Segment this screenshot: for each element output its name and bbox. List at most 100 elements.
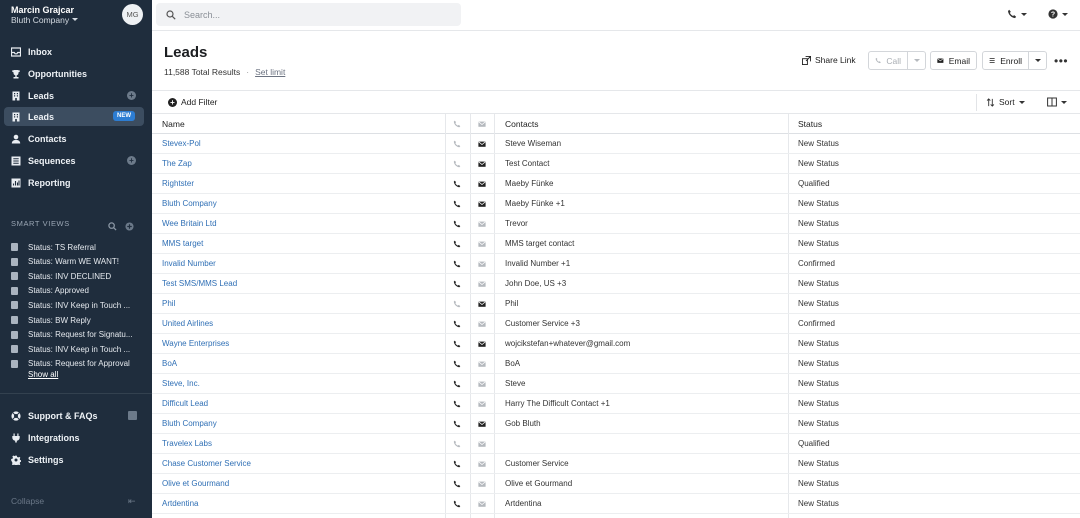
table-row[interactable]: Travelex Labs Qualified — [152, 434, 1080, 454]
show-all-link[interactable]: Show all — [28, 370, 58, 379]
lead-name-link[interactable]: Artdentina — [162, 494, 198, 514]
collapse-icon[interactable]: ⇤ — [128, 496, 136, 507]
envelope-icon[interactable] — [478, 200, 486, 208]
table-row[interactable]: BoA BoA New Status — [152, 354, 1080, 374]
search-input[interactable] — [184, 9, 444, 20]
email-button[interactable]: Email — [930, 51, 977, 70]
phone-icon[interactable] — [453, 200, 461, 208]
sidebar-item-opportunities[interactable]: Opportunities — [4, 64, 144, 83]
lead-name-link[interactable]: The Zap — [162, 154, 192, 174]
sort-button[interactable]: Sort — [986, 97, 1025, 107]
smart-view-item[interactable]: Status: TS Referral — [11, 240, 141, 254]
table-row[interactable]: Artdentina Artdentina New Status — [152, 494, 1080, 514]
lead-name-link[interactable]: Test SMS/MMS Lead — [162, 274, 237, 294]
table-row[interactable]: The Zap Test Contact New Status — [152, 154, 1080, 174]
table-row[interactable]: Bluth Company Maeby Fünke +1 New Status — [152, 194, 1080, 214]
lead-name-link[interactable]: Difficult Lead — [162, 394, 208, 414]
account-company[interactable]: Bluth Company — [11, 15, 79, 26]
phone-icon[interactable] — [453, 420, 461, 428]
smart-view-item[interactable]: Status: Approved — [11, 284, 141, 298]
set-limit-link[interactable]: Set limit — [255, 67, 285, 77]
column-header-name[interactable]: Name — [162, 114, 185, 134]
phone-icon[interactable] — [453, 340, 461, 348]
lead-name-link[interactable]: Travelex Labs — [162, 434, 212, 454]
column-header-status[interactable]: Status — [798, 114, 822, 134]
table-row[interactable]: Steve, Inc. Steve New Status — [152, 374, 1080, 394]
sidebar-item-integrations[interactable]: Integrations — [4, 428, 144, 447]
share-link-button[interactable]: Share Link — [802, 55, 856, 65]
smart-view-item[interactable]: Status: BW Reply — [11, 313, 141, 327]
smart-view-item[interactable]: Status: Request for Signatu... — [11, 328, 141, 342]
lead-name-link[interactable]: United Airlines — [162, 314, 213, 334]
lead-name-link[interactable]: Wee Britain Ltd — [162, 214, 217, 234]
lead-name-link[interactable]: Stevex-Pol — [162, 134, 201, 154]
sidebar-item-leads[interactable]: Leads + — [4, 86, 144, 105]
envelope-icon[interactable] — [478, 140, 486, 148]
lead-name-link[interactable]: Steve, Inc. — [162, 374, 200, 394]
envelope-icon[interactable] — [478, 180, 486, 188]
phone-icon[interactable] — [453, 400, 461, 408]
phone-icon[interactable] — [453, 220, 461, 228]
phone-icon[interactable] — [453, 320, 461, 328]
search-icon[interactable] — [108, 218, 117, 231]
sidebar-item-sequences[interactable]: Sequences + — [4, 151, 144, 170]
table-row[interactable]: United Airlines Customer Service +3 Confir… — [152, 314, 1080, 334]
smart-view-item[interactable]: Status: INV Keep in Touch ... — [11, 298, 141, 312]
sidebar-item-leads-new[interactable]: Leads NEW — [4, 107, 144, 126]
phone-icon[interactable] — [453, 180, 461, 188]
lead-name-link[interactable]: MMS target — [162, 234, 203, 254]
sidebar-item-contacts[interactable]: Contacts — [4, 129, 144, 148]
table-row[interactable]: Phil Phil New Status — [152, 294, 1080, 314]
envelope-icon[interactable] — [478, 420, 486, 428]
lead-name-link[interactable]: Wayne Enterprises — [162, 334, 229, 354]
sidebar-item-settings[interactable]: Settings — [4, 450, 144, 469]
table-row[interactable]: Chase Customer Service Customer Service Ne… — [152, 454, 1080, 474]
smart-view-item[interactable]: Status: INV Keep in Touch ... — [11, 342, 141, 356]
table-row[interactable]: Bluth Company Gob Bluth New Status — [152, 414, 1080, 434]
add-icon[interactable]: + — [127, 156, 136, 165]
collapse-button[interactable]: Collapse — [11, 496, 44, 506]
phone-icon[interactable] — [453, 380, 461, 388]
add-filter-button[interactable]: + Add Filter — [168, 97, 217, 107]
lead-name-link[interactable]: Chase Customer Service — [162, 454, 251, 474]
avatar[interactable]: MG — [122, 4, 143, 25]
enroll-button[interactable]: Enroll — [982, 51, 1029, 70]
smart-view-item[interactable]: Status: Warm WE WANT! — [11, 255, 141, 269]
sidebar-item-support-faqs[interactable]: Support & FAQs — [4, 406, 144, 425]
call-button[interactable]: Call — [868, 51, 908, 70]
table-row[interactable]: Olive et Gourmand Olive et Gourmand New St… — [152, 474, 1080, 494]
columns-button[interactable] — [1047, 97, 1067, 107]
table-row[interactable]: MMS target MMS target contact New Status — [152, 234, 1080, 254]
external-link-icon[interactable] — [128, 411, 137, 420]
phone-menu[interactable] — [1007, 9, 1027, 19]
call-options-button[interactable] — [908, 51, 926, 70]
lead-name-link[interactable]: Rightster — [162, 174, 194, 194]
more-options-icon[interactable]: ••• — [1054, 54, 1068, 68]
lead-name-link[interactable]: BoA — [162, 354, 177, 374]
lead-name-link[interactable]: Olive et Gourmand — [162, 474, 229, 494]
table-row[interactable]: Difficult Lead Harry The Difficult Contac… — [152, 394, 1080, 414]
envelope-icon[interactable] — [478, 300, 486, 308]
phone-icon[interactable] — [453, 360, 461, 368]
phone-icon[interactable] — [453, 500, 461, 508]
table-row[interactable]: Invalid Number Invalid Number +1 Confirmed — [152, 254, 1080, 274]
help-menu[interactable]: ? — [1048, 9, 1068, 19]
add-icon[interactable]: + — [127, 91, 136, 100]
smart-view-item[interactable]: Status: INV DECLINED — [11, 269, 141, 283]
smart-view-item[interactable]: Status: Request for Approval — [11, 357, 141, 371]
lead-name-link[interactable]: Bluth Company — [162, 414, 217, 434]
table-row[interactable]: Wayne Enterprises wojcikstefan+whatever@g… — [152, 334, 1080, 354]
envelope-icon[interactable] — [478, 340, 486, 348]
table-row[interactable]: Stevex-Pol Steve Wiseman New Status — [152, 134, 1080, 154]
account-switcher[interactable]: Marcin Grajcar Bluth Company — [11, 5, 79, 26]
search-bar[interactable] — [156, 3, 461, 26]
phone-icon[interactable] — [453, 280, 461, 288]
sidebar-item-reporting[interactable]: Reporting — [4, 173, 144, 192]
lead-name-link[interactable]: Bluth Company — [162, 194, 217, 214]
phone-icon[interactable] — [453, 240, 461, 248]
lead-name-link[interactable]: Invalid Number — [162, 254, 216, 274]
phone-icon[interactable] — [453, 460, 461, 468]
sidebar-item-inbox[interactable]: Inbox — [4, 42, 144, 61]
enroll-options-button[interactable] — [1029, 51, 1047, 70]
table-row[interactable]: Test SMS/MMS Lead John Doe, US +3 New Stat… — [152, 274, 1080, 294]
